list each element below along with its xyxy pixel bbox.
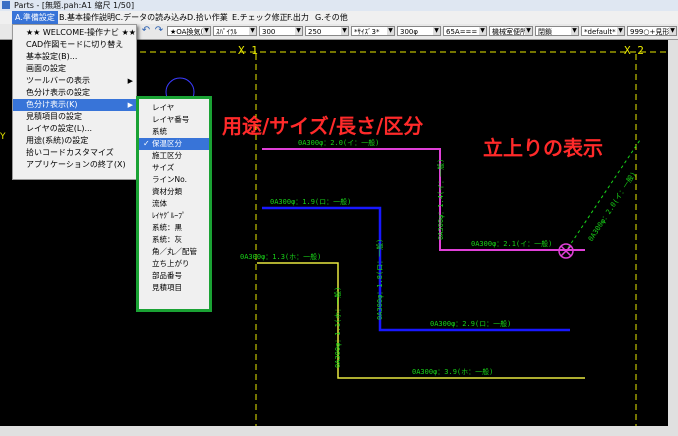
combo-close[interactable]: 閉鎖 ▼ xyxy=(535,26,579,36)
menu-data-yomikomi[interactable]: C.データの読み込み xyxy=(112,11,190,24)
pipe-label: 0A300φ：1.9(ロ：一般) xyxy=(270,198,352,206)
submenu-item[interactable]: レイヤ xyxy=(139,102,209,114)
app-icon xyxy=(2,1,10,9)
redo-icon[interactable]: ↷ xyxy=(153,25,165,37)
combo-default[interactable]: *default* ▼ xyxy=(581,26,625,36)
menu-hiroi-sagyou[interactable]: D.拾い作業 xyxy=(184,11,231,24)
pipe-vlabel: 0A300φ：1.1(ホ：一般) xyxy=(334,286,342,368)
combo-diameter[interactable]: 300φ ▼ xyxy=(397,26,441,36)
submenu-item[interactable]: ﾚｲﾔｸﾞﾙｰﾌﾟ xyxy=(139,210,209,222)
submenu-item[interactable]: 資材分類 xyxy=(139,186,209,198)
menu-item-youto-settings[interactable]: 用途(系統)の設定 xyxy=(13,135,136,147)
menu-sonota[interactable]: G.その他 xyxy=(312,11,351,24)
pipe-route-ho xyxy=(257,262,585,379)
submenu-item[interactable]: レイヤ番号 xyxy=(139,114,209,126)
pipe-label: 0A300φ：2.1(イ：一般) xyxy=(471,240,553,248)
submenu-item[interactable]: 系統 xyxy=(139,126,209,138)
menu-check-shusei[interactable]: E.チェック修正 xyxy=(229,11,291,24)
pipe-vlabel: 0A300φ：1.8(ロ：一般) xyxy=(376,238,384,320)
vertical-scrollbar[interactable] xyxy=(668,40,678,426)
menu-item-mitsumori[interactable]: 見積項目の設定 xyxy=(13,111,136,123)
axis-label-x2: X 2 xyxy=(624,44,644,57)
submenu-item[interactable]: 系統：灰 xyxy=(139,234,209,246)
undo-icon[interactable]: ↶ xyxy=(140,25,152,37)
horizontal-scrollbar[interactable] xyxy=(0,426,678,436)
pipe-route-ro xyxy=(262,206,570,332)
submenu-arrow-icon: ▶ xyxy=(127,77,133,85)
submenu-item[interactable]: サイズ xyxy=(139,162,209,174)
pipe-label: 0A300φ：3.9(ホ：一般) xyxy=(412,368,494,376)
annotation-youto: 用途/サイズ/長さ/区分 xyxy=(222,114,424,138)
submenu-item[interactable]: 立ち上がり xyxy=(139,258,209,270)
annotation-riser: 立上りの表示 xyxy=(483,136,603,160)
pipe-label: 0A300φ：2.0(イ：一般) xyxy=(298,139,380,147)
submenu-color-display: レイヤ レイヤ番号 系統 ✓ 保温区分 施工区分 サイズ ラインNo. 資材分類 … xyxy=(136,96,212,312)
menu-item-color-settings[interactable]: 色分け表示の設定 xyxy=(13,87,136,99)
menu-item-layer-settings[interactable]: レイヤの設定(L)... xyxy=(13,123,136,135)
menu-item-kihon-settei[interactable]: 基本設定(B)... xyxy=(13,51,136,63)
submenu-arrow-icon: ▶ xyxy=(127,101,133,109)
title-bar: Parts - [無題.pah:A1 縮尺 1/50] xyxy=(0,0,678,11)
menu-item-hiroi-code[interactable]: 拾いコードカスタマイズ xyxy=(13,147,136,159)
dropdown-menu-junbi: ★★ WELCOME-操作ナビ ★★ CAD作図モードに切り替え 基本設定(B)… xyxy=(12,24,137,180)
combo-size2[interactable]: 250 ▼ xyxy=(305,26,349,36)
menu-bar: A.準備設定 B.基本操作説明 C.データの読み込み D.拾い作業 E.チェック… xyxy=(0,11,678,24)
submenu-item[interactable]: 流体 xyxy=(139,198,209,210)
menu-item-color-display[interactable]: 色分け表示(K) ▶ xyxy=(13,99,136,111)
pipe-vlabel: 0A300φ：1.4(イ：一般) xyxy=(437,158,445,240)
submenu-item[interactable]: 部品番号 xyxy=(139,270,209,282)
menu-item-cad-mode[interactable]: CAD作図モードに切り替え xyxy=(13,39,136,51)
combo-size1[interactable]: 300 ▼ xyxy=(259,26,303,36)
combo-shubetsu[interactable]: ｽﾊﾟｲﾗﾙ ▼ xyxy=(213,26,257,36)
menu-item-gamen-settei[interactable]: 画面の設定 xyxy=(13,63,136,75)
menu-item-toolbar-display[interactable]: ツールバーの表示 ▶ xyxy=(13,75,136,87)
axis-label-x1: X 1 xyxy=(238,44,258,57)
combo-pipe[interactable]: 65A=== ▼ xyxy=(443,26,487,36)
submenu-item[interactable]: 施工区分 xyxy=(139,150,209,162)
combo-size3[interactable]: *ｻｲｽﾞ3* ▼ xyxy=(351,26,395,36)
submenu-item[interactable]: ラインNo. xyxy=(139,174,209,186)
combo-mitsumori[interactable]: 999○+見形 ▼ xyxy=(627,26,677,36)
menu-item-exit[interactable]: アプリケーションの終了(X) xyxy=(13,159,136,171)
submenu-item[interactable]: 角／丸／配管 xyxy=(139,246,209,258)
axis-label-y: Y xyxy=(0,132,6,142)
menu-kihon-sousa[interactable]: B.基本操作説明 xyxy=(56,11,118,24)
pipe-label: 0A300φ：2.9(ロ：一般) xyxy=(430,320,512,328)
checkmark-icon: ✓ xyxy=(143,139,150,148)
submenu-item[interactable]: 系統：黒 xyxy=(139,222,209,234)
menu-item-welcome[interactable]: ★★ WELCOME-操作ナビ ★★ xyxy=(13,27,136,39)
pipe-label: 0A300φ：1.3(ホ：一般) xyxy=(240,253,322,261)
combo-youto[interactable]: ★OA換気(▼ xyxy=(167,26,211,36)
combo-room[interactable]: 機械室便所 ▼ xyxy=(489,26,533,36)
window-title: Parts - [無題.pah:A1 縮尺 1/50] xyxy=(14,1,135,10)
submenu-item-hoon[interactable]: ✓ 保温区分 xyxy=(139,138,209,150)
submenu-item[interactable]: 見積項目 xyxy=(139,282,209,294)
menu-shutsuryoku[interactable]: F.出力 xyxy=(284,11,312,24)
menu-junbi-settei[interactable]: A.準備設定 xyxy=(12,11,58,24)
